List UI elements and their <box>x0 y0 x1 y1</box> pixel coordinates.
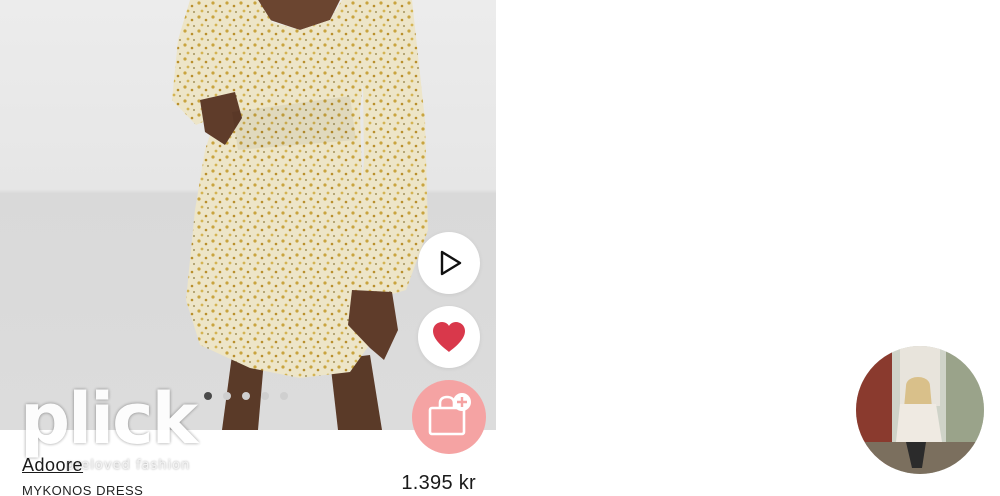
play-icon <box>440 250 462 276</box>
seller-avatar[interactable] <box>856 346 984 474</box>
heart-icon <box>433 322 465 352</box>
seller-avatar-photo <box>856 346 984 474</box>
brand-link[interactable]: Adoore <box>22 455 83 476</box>
product-title: MYKONOS DRESS <box>22 483 144 496</box>
plick-watermark-tagline: preloved fashion <box>66 458 191 473</box>
favorite-button[interactable] <box>418 306 480 368</box>
carousel-dot[interactable] <box>204 392 212 400</box>
product-image[interactable] <box>0 0 496 430</box>
carousel-dot[interactable] <box>242 392 250 400</box>
play-video-button[interactable] <box>418 232 480 294</box>
carousel-dot[interactable] <box>280 392 288 400</box>
shopping-bag-plus-icon <box>428 393 471 436</box>
image-carousel-dots[interactable] <box>204 392 288 400</box>
plick-watermark-logo: plick <box>20 378 198 460</box>
carousel-dot[interactable] <box>223 392 231 400</box>
product-price: 1.395 kr <box>401 472 476 494</box>
add-to-cart-button[interactable] <box>412 380 486 454</box>
dress-photo <box>172 0 428 430</box>
carousel-dot[interactable] <box>261 392 269 400</box>
product-card: plick preloved fashion Adoore MYKONOS DR… <box>0 0 496 496</box>
